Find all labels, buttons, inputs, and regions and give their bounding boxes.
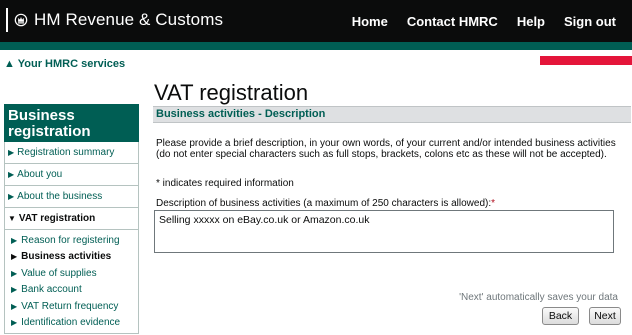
sidebar-subitem-identification-evidence[interactable]: ▶ Identification evidence — [11, 315, 138, 332]
sidebar: Business registration ▶ Registration sum… — [4, 104, 139, 334]
top-nav: Home Contact HMRC Help Sign out — [352, 14, 632, 29]
brand-logo[interactable]: HM Revenue & Customs — [6, 8, 223, 32]
required-note: * indicates required information — [156, 178, 294, 189]
sidebar-subitem-business-activities[interactable]: ▶ Business activities — [11, 249, 138, 266]
sidebar-subitem-value-of-supplies[interactable]: ▶ Value of supplies — [11, 265, 138, 282]
triangle-up-icon: ▲ — [4, 58, 15, 70]
sidebar-item-about-the-business[interactable]: ▶ About the business — [4, 186, 139, 208]
sidebar-item-registration-summary[interactable]: ▶ Registration summary — [4, 142, 139, 164]
section-heading: Business activities - Description — [153, 106, 631, 123]
triangle-right-icon: ▶ — [11, 301, 18, 311]
back-link-label: Your HMRC services — [17, 58, 126, 70]
description-label-text: Description of business activities (a ma… — [156, 198, 492, 209]
triangle-right-icon: ▶ — [8, 192, 15, 201]
triangle-right-icon: ▶ — [8, 170, 15, 179]
sidebar-subitem-reason-for-registering[interactable]: ▶ Reason for registering — [11, 232, 138, 249]
triangle-right-icon: ▶ — [8, 148, 15, 157]
triangle-down-icon: ▼ — [8, 214, 16, 223]
back-button[interactable]: Back — [542, 307, 579, 325]
sidebar-item-label: VAT registration — [18, 213, 96, 224]
sidebar-subitem-label: Reason for registering — [21, 234, 120, 246]
sidebar-subitem-label: Bank account — [21, 284, 82, 296]
intro-text: Please provide a brief description, in y… — [156, 138, 616, 160]
business-activities-description-input[interactable]: Selling xxxxx on eBay.co.uk or Amazon.co… — [154, 210, 614, 253]
alert-banner-strip — [540, 56, 632, 65]
your-hmrc-services-link[interactable]: ▲ Your HMRC services — [4, 58, 125, 70]
top-header: HM Revenue & Customs Home Contact HMRC H… — [0, 0, 632, 42]
sidebar-subitem-vat-return-frequency[interactable]: ▶ VAT Return frequency — [11, 298, 138, 315]
description-field-label: Description of business activities (a ma… — [156, 198, 495, 209]
page-title: VAT registration — [154, 80, 309, 105]
sidebar-title: Business registration — [4, 104, 139, 142]
sidebar-item-label: Registration summary — [17, 147, 115, 158]
brand-name: HM Revenue & Customs — [34, 10, 224, 29]
sidebar-subitem-label: Value of supplies — [21, 267, 97, 279]
sidebar-item-vat-registration[interactable]: ▼ VAT registration — [4, 208, 139, 230]
nav-contact-link[interactable]: Contact HMRC — [407, 14, 498, 29]
sidebar-subitem-label: Business activities — [21, 251, 112, 263]
triangle-right-icon: ▶ — [11, 268, 18, 278]
required-marker: * — [491, 198, 496, 209]
header-accent-bar — [0, 42, 632, 50]
sidebar-subnav: ▶ Reason for registering ▶ Business acti… — [4, 230, 139, 334]
autosave-note: 'Next' automatically saves your data — [459, 292, 618, 303]
sidebar-subitem-bank-account[interactable]: ▶ Bank account — [11, 282, 138, 299]
nav-home-link[interactable]: Home — [352, 14, 388, 29]
crown-crest-icon — [6, 8, 28, 32]
sidebar-subitem-label: VAT Return frequency — [21, 300, 119, 312]
triangle-right-icon: ▶ — [11, 235, 18, 245]
sidebar-item-about-you[interactable]: ▶ About you — [4, 164, 139, 186]
triangle-right-icon: ▶ — [11, 252, 18, 262]
sidebar-subitem-label: Identification evidence — [21, 317, 121, 329]
next-button[interactable]: Next — [589, 307, 621, 325]
sidebar-item-label: About the business — [17, 191, 103, 202]
triangle-right-icon: ▶ — [11, 285, 18, 295]
triangle-right-icon: ▶ — [11, 318, 18, 328]
sidebar-item-label: About you — [17, 169, 63, 180]
nav-help-link[interactable]: Help — [517, 14, 545, 29]
nav-sign-out-link[interactable]: Sign out — [564, 14, 616, 29]
